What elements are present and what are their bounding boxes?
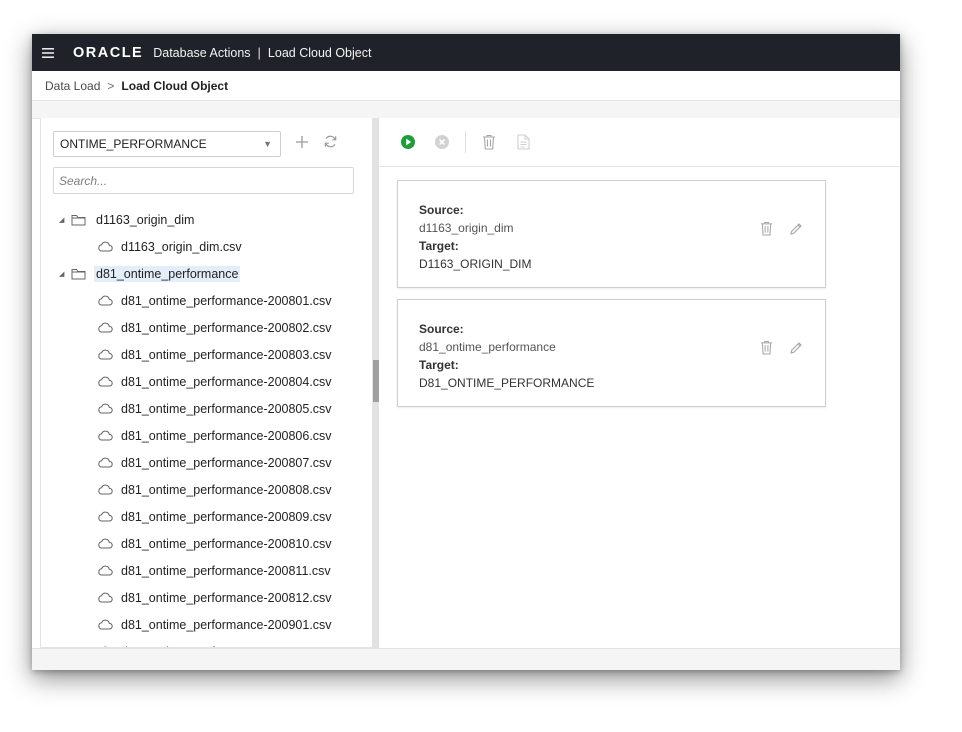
tree-file[interactable]: d81_ontime_performance-200806.csv <box>41 422 371 449</box>
folder-label: d1163_origin_dim <box>96 212 195 227</box>
task-details: Source: d81_ontime_performance Target: D… <box>419 320 594 392</box>
tree-file[interactable]: d81_ontime_performance-200811.csv <box>41 557 371 584</box>
folder-label: d81_ontime_performance <box>94 265 241 282</box>
bucket-select[interactable]: ONTIME_PERFORMANCE ▼ <box>53 131 281 157</box>
trash-icon[interactable] <box>760 340 773 355</box>
breadcrumb-data-load[interactable]: Data Load <box>45 79 100 93</box>
cloud-icon <box>97 484 113 495</box>
play-circle-icon[interactable] <box>397 131 419 153</box>
cloud-icon <box>97 430 113 441</box>
search-input[interactable] <box>53 167 354 194</box>
breadcrumb: Data Load > Load Cloud Object <box>32 71 900 101</box>
expand-triangle-icon[interactable]: ◢ <box>59 270 71 278</box>
tasks-toolbar <box>379 118 900 167</box>
target-label: Target: <box>419 358 459 372</box>
cloud-icon <box>97 511 113 522</box>
file-label: d81_ontime_performance-200810.csv <box>121 536 332 551</box>
breadcrumb-separator: > <box>107 78 115 93</box>
tree-file[interactable]: d81_ontime_performance-200808.csv <box>41 476 371 503</box>
load-tasks-panel: Source: d1163_origin_dim Target: D1163_O… <box>379 118 900 648</box>
hamburger-icon[interactable] <box>32 47 64 58</box>
tree-file[interactable]: d1163_origin_dim.csv <box>41 233 371 260</box>
folder-icon <box>71 214 86 226</box>
expand-triangle-icon[interactable]: ◢ <box>59 216 71 224</box>
file-label: d81_ontime_performance-200805.csv <box>121 401 332 416</box>
toolbar-divider <box>465 131 466 153</box>
tree-file[interactable]: d81_ontime_performance-200902.csv <box>41 638 371 647</box>
workspace: ONTIME_PERFORMANCE ▼ ◢ d1163_origin_dim d1… <box>32 118 900 648</box>
trash-icon[interactable] <box>478 131 500 153</box>
source-label: Source: <box>419 322 464 336</box>
tree-file[interactable]: d81_ontime_performance-200809.csv <box>41 503 371 530</box>
cloud-icon <box>97 457 113 468</box>
cloud-icon <box>97 241 113 252</box>
file-label: d81_ontime_performance-200804.csv <box>121 374 332 389</box>
plus-icon[interactable] <box>295 134 309 154</box>
breadcrumb-current: Load Cloud Object <box>121 78 229 93</box>
target-value: D1163_ORIGIN_DIM <box>419 257 532 271</box>
left-toolbar: ONTIME_PERFORMANCE ▼ <box>53 131 338 157</box>
source-value: d1163_origin_dim <box>419 221 514 235</box>
tree-file[interactable]: d81_ontime_performance-200801.csv <box>41 287 371 314</box>
tree-file[interactable]: d81_ontime_performance-200807.csv <box>41 449 371 476</box>
stop-circle-icon[interactable] <box>431 131 453 153</box>
tree-file[interactable]: d81_ontime_performance-200803.csv <box>41 341 371 368</box>
top-bar: ORACLE Database Actions | Load Cloud Obj… <box>32 34 900 71</box>
tree-file[interactable]: d81_ontime_performance-200812.csv <box>41 584 371 611</box>
bucket-select-value: ONTIME_PERFORMANCE <box>60 137 207 151</box>
content-gutter <box>32 101 900 119</box>
cloud-icon <box>97 376 113 387</box>
file-label: d81_ontime_performance-200803.csv <box>121 347 332 362</box>
app-name: Database Actions <box>153 45 251 60</box>
object-tree: ◢ d1163_origin_dim d1163_origin_dim.csv ◢ d8… <box>41 206 371 647</box>
file-label: d81_ontime_performance-200812.csv <box>121 590 332 605</box>
tree-folder[interactable]: ◢ d81_ontime_performance <box>41 260 371 287</box>
task-actions <box>744 221 803 236</box>
source-label: Source: <box>419 203 464 217</box>
cloud-icon <box>97 538 113 549</box>
load-task-card[interactable]: Source: d1163_origin_dim Target: D1163_O… <box>397 180 826 288</box>
file-label: d81_ontime_performance-200806.csv <box>121 428 332 443</box>
task-actions <box>744 340 803 355</box>
load-task-card[interactable]: Source: d81_ontime_performance Target: D… <box>397 299 826 407</box>
file-label: d81_ontime_performance-200901.csv <box>121 617 332 632</box>
cloud-icon <box>97 295 113 306</box>
tree-file[interactable]: d81_ontime_performance-200810.csv <box>41 530 371 557</box>
tree-folder[interactable]: ◢ d1163_origin_dim <box>41 206 371 233</box>
cloud-icon <box>97 592 113 603</box>
document-icon[interactable] <box>512 131 534 153</box>
file-label: d81_ontime_performance-200807.csv <box>121 455 332 470</box>
file-label: d81_ontime_performance-200811.csv <box>121 563 331 578</box>
pencil-icon[interactable] <box>789 222 803 236</box>
bottom-bar <box>32 648 900 670</box>
source-value: d81_ontime_performance <box>419 340 556 354</box>
tree-file[interactable]: d81_ontime_performance-200805.csv <box>41 395 371 422</box>
file-label: d81_ontime_performance-200809.csv <box>121 509 332 524</box>
cloud-icon <box>97 403 113 414</box>
tree-file[interactable]: d81_ontime_performance-200802.csv <box>41 314 371 341</box>
app-window: ORACLE Database Actions | Load Cloud Obj… <box>32 34 900 670</box>
cloud-store-panel: ONTIME_PERFORMANCE ▼ ◢ d1163_origin_dim d1… <box>40 118 373 648</box>
tree-file[interactable]: d81_ontime_performance-200804.csv <box>41 368 371 395</box>
tree-file[interactable]: d81_ontime_performance-200901.csv <box>41 611 371 638</box>
oracle-logo[interactable]: ORACLE <box>73 45 143 61</box>
file-label: d81_ontime_performance-200802.csv <box>121 320 332 335</box>
page-title: Load Cloud Object <box>267 45 372 60</box>
target-label: Target: <box>419 239 459 253</box>
caret-down-icon: ▼ <box>263 139 272 149</box>
cloud-icon <box>97 349 113 360</box>
file-label: d81_ontime_performance-200801.csv <box>121 293 332 308</box>
cloud-icon <box>97 565 113 576</box>
cloud-icon <box>97 322 113 333</box>
file-label: d1163_origin_dim.csv <box>121 239 242 254</box>
cloud-icon <box>97 619 113 630</box>
folder-icon <box>71 268 86 280</box>
refresh-icon[interactable] <box>323 134 338 154</box>
task-details: Source: d1163_origin_dim Target: D1163_O… <box>419 201 531 273</box>
pencil-icon[interactable] <box>789 341 803 355</box>
trash-icon[interactable] <box>760 221 773 236</box>
target-value: D81_ONTIME_PERFORMANCE <box>419 376 595 390</box>
file-label: d81_ontime_performance-200808.csv <box>121 482 332 497</box>
title-separator: | <box>257 45 261 60</box>
